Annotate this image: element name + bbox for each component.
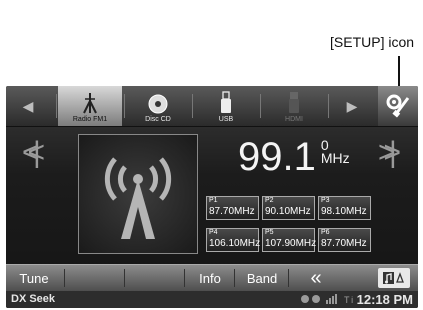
preset-id: P5 bbox=[265, 229, 274, 236]
divider bbox=[234, 269, 235, 287]
back-button[interactable]: « bbox=[296, 265, 336, 291]
music-note-icon bbox=[383, 272, 404, 284]
preset-id: P6 bbox=[321, 229, 330, 236]
status-bar: DX Seek Ti 12:18 PM bbox=[6, 291, 418, 308]
preset-id: P4 bbox=[209, 229, 218, 236]
divider bbox=[64, 269, 65, 287]
preset-button[interactable]: P6 87.70MHz bbox=[318, 228, 371, 252]
divider bbox=[192, 94, 193, 118]
source-label: Radio FM1 bbox=[72, 116, 108, 123]
frequency-display: 99.1 0 MHz bbox=[238, 136, 350, 178]
clock: 12:18 PM bbox=[356, 292, 413, 307]
setup-icon-callout: [SETUP] icon bbox=[330, 34, 415, 50]
divider bbox=[124, 94, 125, 118]
preset-frequency: 106.10MHz bbox=[209, 238, 261, 249]
frequency-unit: MHz bbox=[320, 150, 350, 166]
seek-mode-label: DX Seek bbox=[11, 293, 56, 305]
setup-icon bbox=[386, 94, 410, 118]
info-button[interactable]: Info bbox=[190, 265, 230, 291]
preset-button[interactable]: P2 90.10MHz bbox=[262, 196, 315, 220]
seek-up-icon[interactable]: >>| bbox=[378, 136, 397, 170]
function-bar: Tune Info Band « bbox=[6, 264, 418, 291]
preset-id: P3 bbox=[321, 197, 330, 204]
hdmi-icon bbox=[289, 92, 299, 113]
source-next-arrow-icon[interactable]: ▶ bbox=[330, 86, 374, 126]
preset-id: P2 bbox=[265, 197, 274, 204]
preset-frequency: 98.10MHz bbox=[321, 206, 367, 217]
callout-line bbox=[398, 56, 400, 88]
divider bbox=[260, 94, 261, 118]
divider bbox=[56, 94, 57, 118]
radio-antenna-icon bbox=[83, 93, 97, 114]
source-prev-arrow-icon[interactable]: ◀ bbox=[6, 86, 50, 126]
preset-frequency: 87.70MHz bbox=[321, 238, 367, 249]
audio-setup-button[interactable] bbox=[378, 268, 410, 288]
usb-icon bbox=[221, 91, 231, 113]
tune-button[interactable]: Tune bbox=[6, 265, 62, 291]
seek-down-icon[interactable]: <<| bbox=[22, 136, 41, 170]
source-label: HDMI bbox=[285, 116, 303, 123]
head-unit-screen: ◀ Radio FM1 Disc CD USB HDMI ▶ <<| >>| 9… bbox=[6, 86, 418, 308]
source-disc-button[interactable]: Disc CD bbox=[126, 86, 190, 126]
broadcast-icon bbox=[104, 157, 172, 239]
svg-text:Ti: Ti bbox=[344, 295, 355, 305]
source-usb-button[interactable]: USB bbox=[194, 86, 258, 126]
preset-button[interactable]: P1 87.70MHz bbox=[206, 196, 259, 220]
preset-button[interactable]: P3 98.10MHz bbox=[318, 196, 371, 220]
preset-button[interactable]: P5 107.90MHz bbox=[262, 228, 317, 252]
divider bbox=[124, 269, 125, 287]
radio-artwork bbox=[78, 134, 198, 254]
divider bbox=[328, 94, 329, 118]
source-bar: ◀ Radio FM1 Disc CD USB HDMI ▶ bbox=[6, 86, 418, 127]
status-icons: Ti bbox=[300, 293, 360, 307]
preset-id: P1 bbox=[209, 197, 218, 204]
band-button[interactable]: Band bbox=[240, 265, 284, 291]
source-label: Disc CD bbox=[145, 116, 171, 123]
divider bbox=[184, 269, 185, 287]
setup-button[interactable] bbox=[378, 86, 418, 126]
bluetooth-signal-icon: Ti bbox=[301, 294, 355, 305]
disc-icon bbox=[148, 94, 168, 114]
source-radio-button[interactable]: Radio FM1 bbox=[58, 86, 122, 126]
divider bbox=[288, 269, 289, 287]
preset-frequency: 90.10MHz bbox=[265, 206, 311, 217]
source-label: USB bbox=[218, 116, 234, 123]
frequency-value: 99.1 bbox=[238, 135, 316, 179]
preset-frequency: 107.90MHz bbox=[265, 238, 317, 249]
preset-frequency: 87.70MHz bbox=[209, 206, 255, 217]
preset-button[interactable]: P4 106.10MHz bbox=[206, 228, 261, 252]
source-hdmi-button[interactable]: HDMI bbox=[262, 86, 326, 126]
